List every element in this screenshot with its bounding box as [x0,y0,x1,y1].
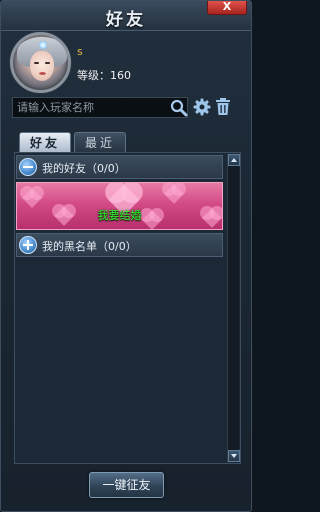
minus-icon[interactable] [19,158,37,176]
tab-friends[interactable]: 好友 [19,132,71,153]
find-friends-button[interactable]: 一键征友 [89,472,164,498]
scroll-up-button[interactable] [228,154,240,166]
avatar-eye [34,62,39,64]
group-blacklist[interactable]: 我的黑名单（0/0） [16,233,223,257]
close-button[interactable]: X [207,1,247,15]
avatar[interactable] [10,32,71,93]
chevron-down-icon [231,454,237,458]
gear-icon[interactable] [193,98,211,116]
group-friends-label: 我的好友（0/0） [42,162,126,175]
marry-button-label: 我要结婚 [97,209,142,222]
search-input[interactable] [12,97,188,118]
group-friends[interactable]: 我的好友（0/0） [16,155,223,179]
tab-recent[interactable]: 最近 [74,132,126,153]
search-icon[interactable] [170,99,188,117]
friends-window: 好友 X s 等级：160 好友 最近 [0,0,252,512]
avatar-lips [39,72,46,75]
heart-decoration [22,188,42,208]
scrollbar[interactable] [227,154,240,462]
avatar-face [30,51,54,81]
chevron-up-icon [231,158,237,162]
avatar-gem [39,41,47,49]
scroll-down-button[interactable] [228,450,240,462]
player-level: 等级：160 [77,69,131,82]
heart-decoration [164,184,184,204]
trash-icon[interactable] [215,98,231,116]
avatar-eye [45,62,50,64]
marry-banner[interactable]: 我要结婚 [16,182,223,230]
group-blacklist-label: 我的黑名单（0/0） [42,240,137,253]
player-name: s [77,45,83,58]
close-icon: X [222,0,232,13]
plus-icon[interactable] [19,236,37,254]
